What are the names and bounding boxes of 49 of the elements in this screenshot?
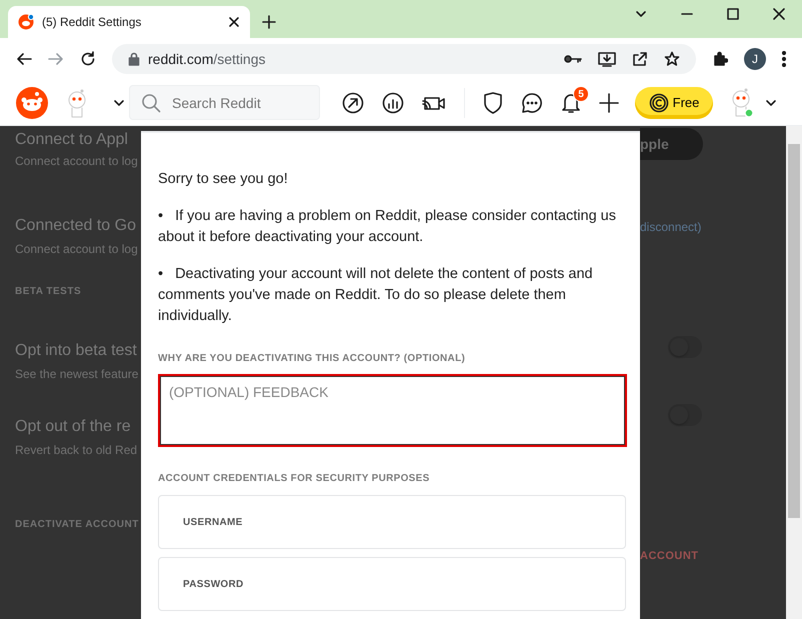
section-heading: BETA TESTS bbox=[15, 285, 82, 299]
notification-count: 5 bbox=[573, 86, 589, 102]
premium-button[interactable]: Free bbox=[635, 86, 713, 118]
back-icon[interactable] bbox=[16, 51, 32, 67]
tab-title: (5) Reddit Settings bbox=[42, 14, 142, 31]
setting-description: Revert back to old Red bbox=[15, 442, 138, 459]
intro-text: Sorry to see you go! bbox=[158, 170, 289, 189]
chat-icon[interactable] bbox=[521, 92, 543, 114]
setting-title: Connect to Appl bbox=[15, 130, 128, 150]
forward-icon[interactable] bbox=[48, 51, 64, 67]
shield-icon[interactable] bbox=[483, 92, 503, 114]
bullet-paragraph: • Deactivating your account will not delete the content of posts and comments you've made on Reddit. To do so please delete them individually. bbox=[158, 265, 594, 326]
download-icon[interactable] bbox=[598, 51, 616, 67]
delete-account-label: ACCOUNT bbox=[640, 549, 698, 564]
new-tab-icon[interactable] bbox=[262, 15, 276, 29]
url-text: reddit.com/settings bbox=[148, 50, 266, 69]
credential-field[interactable]: USERNAME bbox=[158, 495, 626, 549]
credential-field[interactable]: PASSWORD bbox=[158, 557, 626, 611]
profile-avatar[interactable]: J bbox=[744, 48, 766, 70]
setting-title: Opt into beta test bbox=[15, 341, 137, 361]
setting-description: Connect account to log bbox=[15, 153, 138, 170]
bullet-paragraph: • If you are having a problem on Reddit, please consider contacting us about it before deactivating your account. bbox=[158, 207, 617, 247]
browser-tab[interactable]: (5) Reddit Settings bbox=[8, 6, 250, 38]
setting-description: See the newest feature bbox=[15, 366, 138, 383]
address-bar[interactable]: reddit.com/settings bbox=[112, 44, 696, 74]
close-icon[interactable] bbox=[228, 16, 240, 28]
scrollbar[interactable] bbox=[786, 126, 802, 619]
feedback-field[interactable]: (OPTIONAL) FEEDBACK bbox=[158, 374, 627, 447]
search-field[interactable]: Search Reddit bbox=[129, 85, 320, 120]
section-heading: DEACTIVATE ACCOUNT bbox=[15, 518, 139, 532]
search-icon bbox=[141, 93, 161, 113]
logo-icon[interactable] bbox=[16, 86, 48, 118]
trending-icon[interactable] bbox=[342, 92, 364, 114]
key-icon[interactable] bbox=[564, 53, 582, 65]
share-icon[interactable] bbox=[632, 51, 648, 67]
coin-icon bbox=[648, 92, 669, 112]
favicon-icon bbox=[18, 14, 34, 30]
field-label: ACCOUNT CREDENTIALS FOR SECURITY PURPOSES bbox=[158, 472, 431, 486]
setting-description: Connect account to log bbox=[15, 241, 138, 258]
field-label: WHY ARE YOU DEACTIVATING THIS ACCOUNT? (OPTIONAL) bbox=[158, 352, 466, 366]
extensions-icon[interactable] bbox=[712, 51, 728, 67]
chart-icon[interactable] bbox=[382, 92, 404, 114]
plus-icon[interactable] bbox=[599, 92, 619, 112]
star-icon[interactable] bbox=[664, 51, 680, 67]
setting-title: Opt out of the re bbox=[15, 417, 131, 437]
setting-title: Connected to Go bbox=[15, 216, 136, 236]
menu-icon[interactable] bbox=[782, 51, 786, 67]
reload-icon[interactable] bbox=[80, 51, 96, 67]
lock-icon bbox=[128, 52, 140, 66]
